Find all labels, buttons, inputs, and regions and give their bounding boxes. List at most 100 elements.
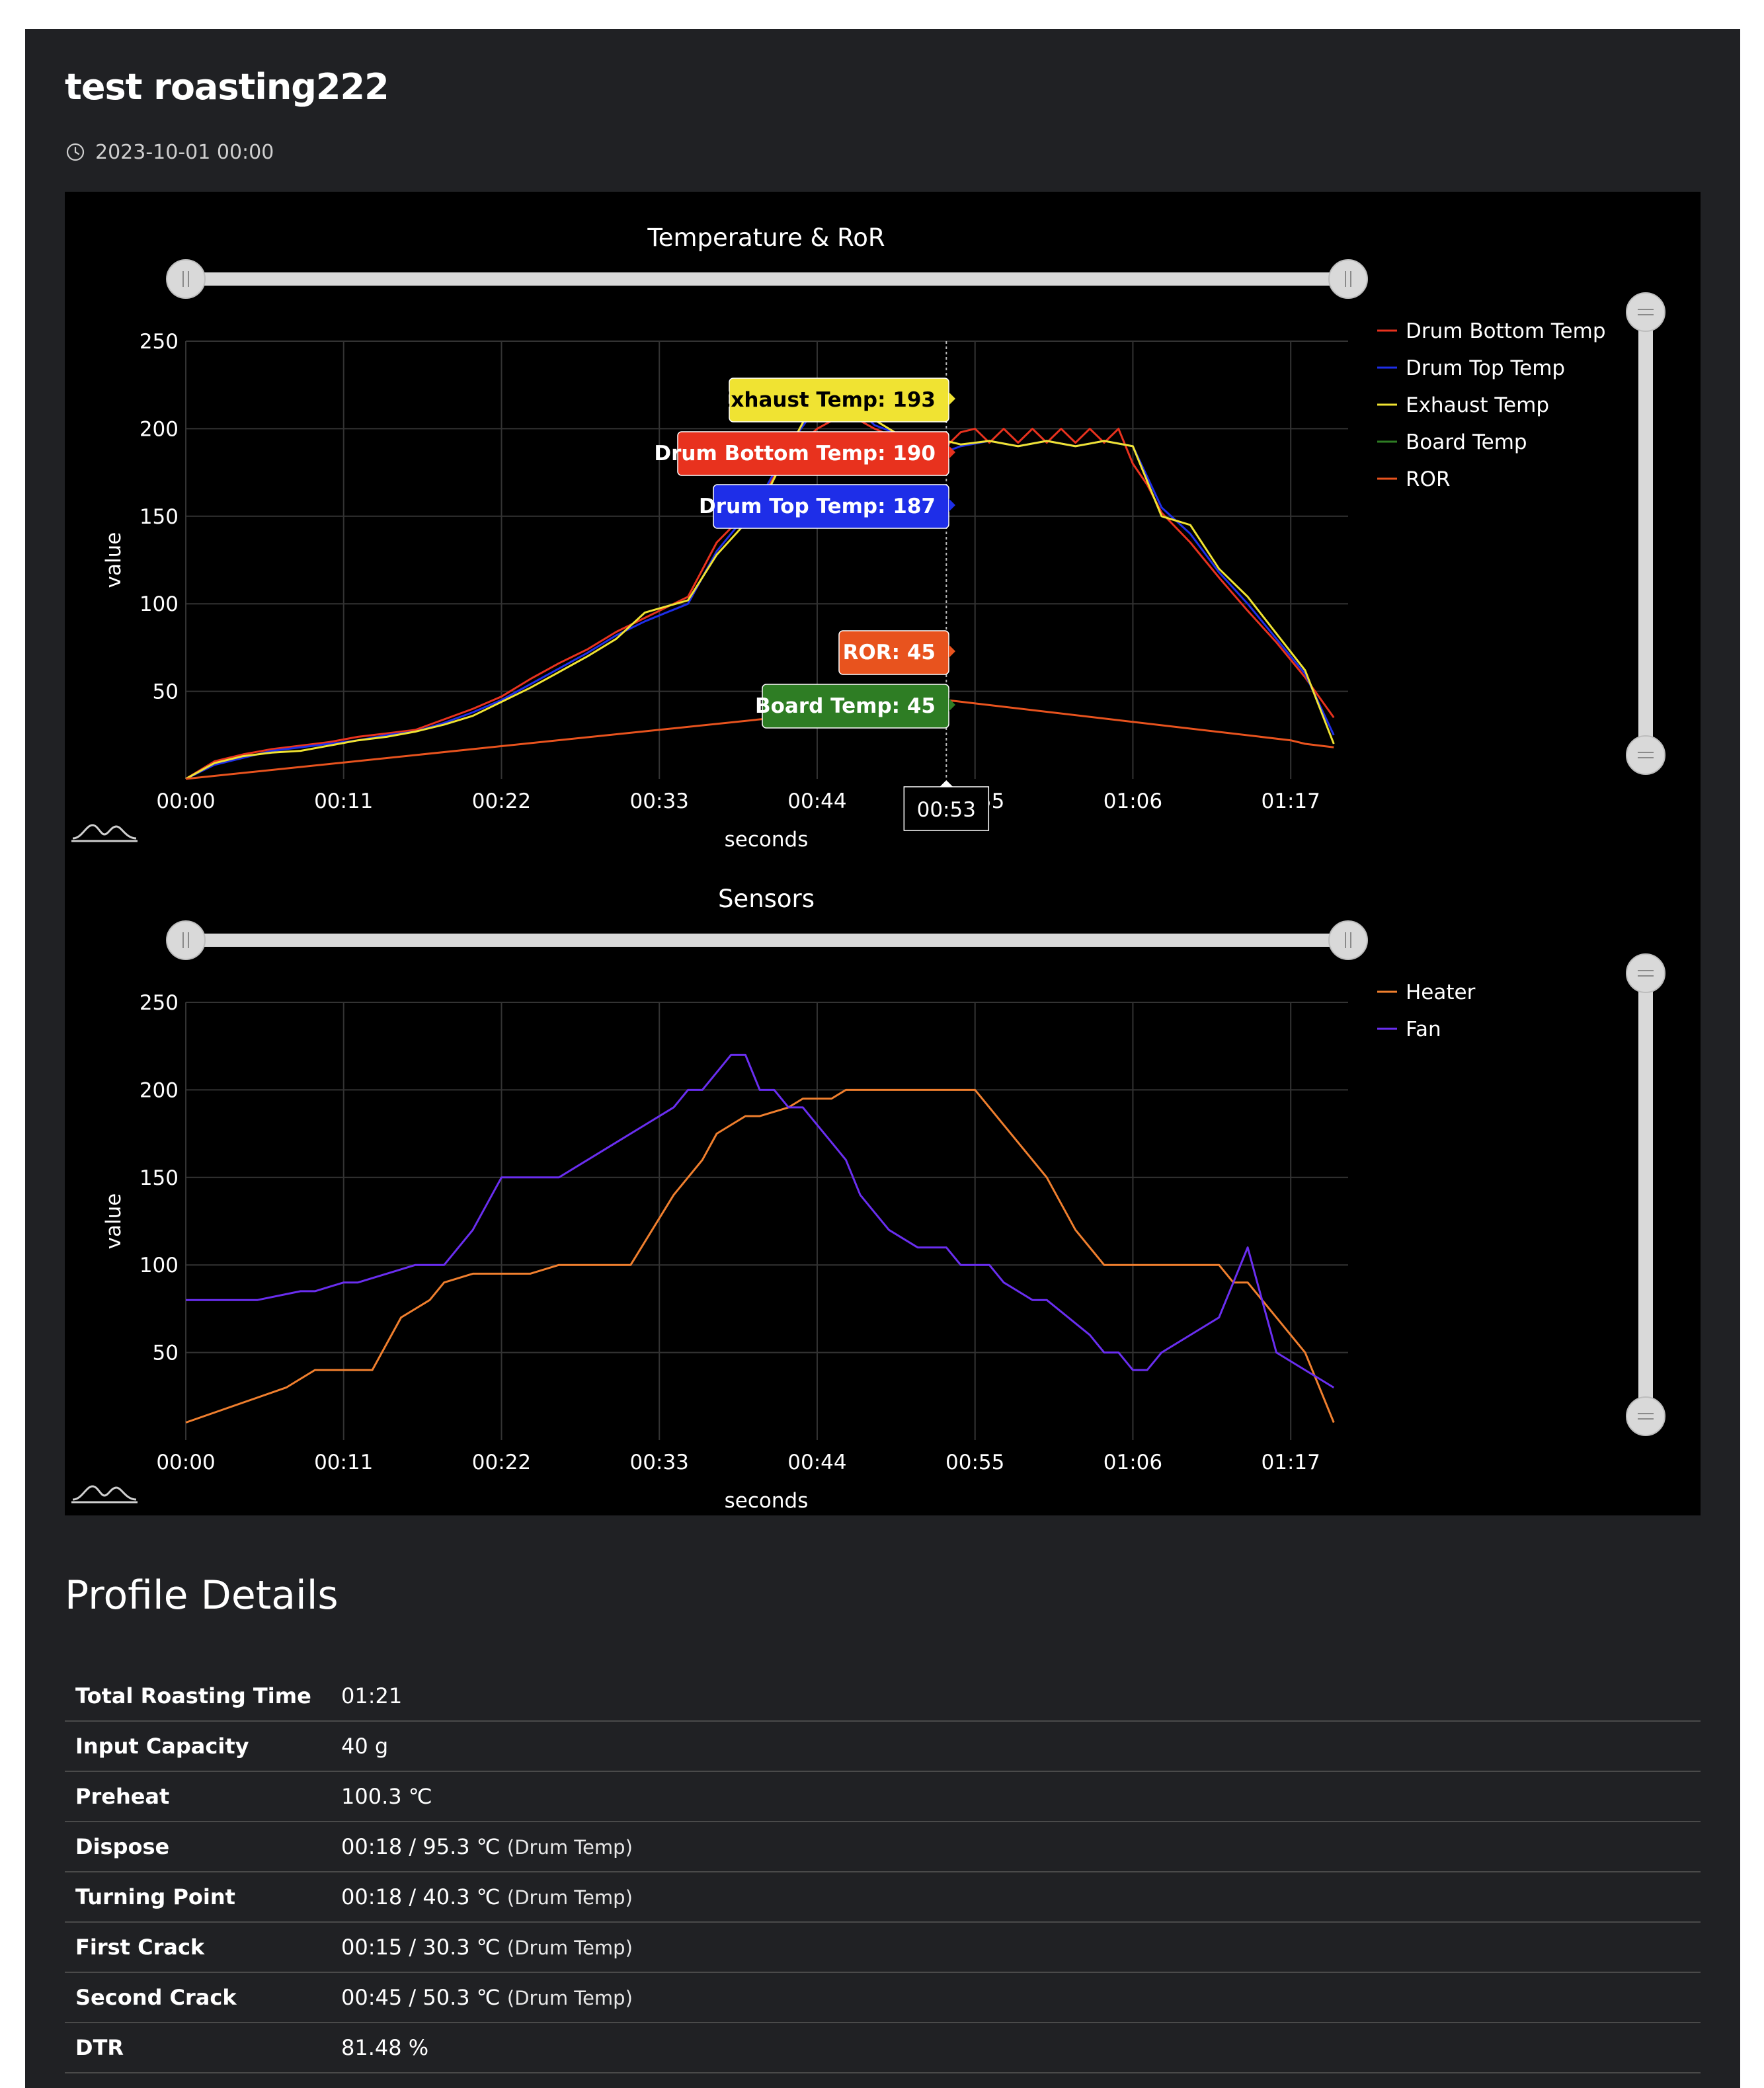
x-range-handle[interactable] (1328, 920, 1368, 960)
detail-value: 00:18 / 40.3 ℃ (341, 1884, 501, 1909)
detail-label: Turning Point (65, 1872, 331, 1923)
y-tick-label: 50 (153, 680, 179, 704)
x-tick-label: 00:44 (787, 1451, 846, 1474)
detail-note: (Drum Temp) (506, 1836, 633, 1859)
x-tick-label: 00:44 (787, 789, 846, 813)
hover-label-text: Drum Top Temp: 187 (699, 495, 936, 518)
x-range-slider-track[interactable] (186, 934, 1348, 947)
details-row: First Crack 00:15 / 30.3 ℃ (Drum Temp) (65, 1922, 1701, 1973)
x-tick-label: 00:22 (472, 1451, 531, 1474)
detail-value: 01:21 (341, 1683, 403, 1708)
x-tick-label: 00:33 (630, 789, 689, 813)
detail-label: First Crack (65, 1922, 331, 1973)
x-tick-label: 01:17 (1262, 1451, 1320, 1474)
details-row: Second Crack 00:45 / 50.3 ℃ (Drum Temp) (65, 1972, 1701, 2023)
date-row: 2023-10-01 00:00 (65, 139, 274, 165)
y-range-slider-track[interactable] (1638, 312, 1653, 755)
hover-label: Drum Bottom Temp: 190 (654, 431, 955, 476)
page-title: test roasting222 (65, 66, 389, 108)
x-range-handle[interactable] (166, 259, 206, 299)
detail-label: DTR (65, 2023, 331, 2073)
roast-profile-page: test roasting222 2023-10-01 00:00 Temper… (25, 29, 1740, 2088)
y-range-handle[interactable] (1626, 292, 1665, 332)
hover-label-text: Drum Bottom Temp: 190 (654, 442, 936, 465)
x-range-slider-track[interactable] (186, 272, 1348, 286)
x-axis-label: seconds (725, 828, 809, 852)
detail-label: Input Capacity (65, 1721, 331, 1772)
detail-value-cell: 81.48 % (331, 2023, 1701, 2073)
x-tick-label: 01:06 (1103, 1451, 1162, 1474)
detail-label: Second Crack (65, 1972, 331, 2023)
chart-title: Temperature & RoR (647, 223, 885, 252)
detail-value-cell: 40 g (331, 1721, 1701, 1772)
y-tick-label: 250 (140, 330, 179, 354)
details-row: Preheat 100.3 ℃ (65, 1771, 1701, 1822)
x-tick-label: 00:00 (156, 789, 215, 813)
x-tick-label: 00:00 (156, 1451, 215, 1474)
x-tick-label: 00:22 (472, 789, 531, 813)
clock-icon (66, 143, 85, 161)
legend-item[interactable]: Exhaust Temp (1406, 393, 1549, 417)
y-tick-label: 150 (140, 505, 179, 529)
detail-value: 00:18 / 95.3 ℃ (341, 1834, 501, 1859)
temperature-ror-chart[interactable]: Temperature & RoR 50 100 150 200 250 00:00 00:1… (65, 192, 1701, 853)
y-tick-label: 250 (140, 991, 179, 1015)
profile-details-heading: Profile Details (65, 1572, 339, 1619)
x-range-handle[interactable] (166, 920, 206, 960)
x-tick-label: 00:11 (314, 1451, 373, 1474)
detail-label: Dispose (65, 1822, 331, 1872)
mountain-chart-icon[interactable] (71, 1485, 138, 1504)
x-tick-label: 00:55 (945, 1451, 1004, 1474)
x-tick-label: 00:11 (314, 789, 373, 813)
legend-item[interactable]: Fan (1406, 1018, 1441, 1041)
legend-item[interactable]: ROR (1406, 467, 1450, 491)
x-range-handle[interactable] (1328, 259, 1368, 299)
detail-label: Preheat (65, 1771, 331, 1822)
x-axis-label: seconds (725, 1489, 809, 1513)
hover-label: Exhaust Temp: 193 (717, 378, 955, 422)
detail-value-cell: 100.3 ℃ (331, 1771, 1701, 1822)
mountain-chart-icon[interactable] (71, 824, 138, 842)
sensors-chart[interactable]: Sensors 50 100 150 200 250 00:00 00:11 00:22 00:3… (65, 853, 1701, 1514)
legend-item[interactable]: Drum Top Temp (1406, 356, 1565, 380)
hover-label: Board Temp: 45 (755, 684, 955, 729)
y-range-handle[interactable] (1626, 1396, 1665, 1436)
details-row: DTR 81.48 % (65, 2023, 1701, 2073)
hover-label-text: ROR: 45 (843, 641, 936, 664)
chart-title: Sensors (718, 885, 815, 913)
detail-note: (Drum Temp) (506, 1987, 633, 2009)
y-range-slider-track[interactable] (1638, 973, 1653, 1416)
detail-note: (Drum Temp) (506, 1937, 633, 1959)
charts-panel: Temperature & RoR 50 100 150 200 250 00:00 00:1… (65, 192, 1701, 1515)
plot-area (186, 1002, 1348, 1440)
detail-value: 40 g (341, 1734, 389, 1759)
detail-value-cell: 00:45 / 50.3 ℃ (Drum Temp) (331, 1972, 1701, 2023)
detail-label: Total Roasting Time (65, 1671, 331, 1722)
roast-date: 2023-10-01 00:00 (95, 140, 274, 164)
detail-note: (Drum Temp) (506, 1886, 633, 1909)
profile-details-table: Total Roasting Time 01:21 Input Capacity 40… (65, 1671, 1701, 2073)
y-axis-label: value (102, 532, 126, 588)
detail-value: 100.3 ℃ (341, 1784, 432, 1809)
y-tick-label: 50 (153, 1342, 179, 1365)
legend-item[interactable]: Drum Bottom Temp (1406, 319, 1606, 343)
y-tick-label: 200 (140, 1078, 179, 1102)
y-range-handle[interactable] (1626, 953, 1665, 993)
hover-x-label-text: 00:53 (917, 798, 976, 822)
y-tick-label: 200 (140, 417, 179, 441)
detail-value: 81.48 % (341, 2035, 429, 2060)
y-tick-label: 100 (140, 1254, 179, 1277)
detail-value-cell: 00:15 / 30.3 ℃ (Drum Temp) (331, 1922, 1701, 1973)
x-tick-label: 01:06 (1103, 789, 1162, 813)
detail-value: 00:45 / 50.3 ℃ (341, 1985, 501, 2010)
hover-label-text: Board Temp: 45 (755, 694, 936, 718)
details-row: Input Capacity 40 g (65, 1721, 1701, 1772)
y-axis-label: value (102, 1193, 126, 1250)
legend-item[interactable]: Heater (1406, 981, 1476, 1004)
hover-label-text: Exhaust Temp: 193 (717, 388, 936, 412)
details-row: Dispose 00:18 / 95.3 ℃ (Drum Temp) (65, 1822, 1701, 1872)
y-tick-label: 100 (140, 592, 179, 616)
detail-value-cell: 00:18 / 95.3 ℃ (Drum Temp) (331, 1822, 1701, 1872)
legend-item[interactable]: Board Temp (1406, 430, 1527, 454)
y-range-handle[interactable] (1626, 735, 1665, 775)
